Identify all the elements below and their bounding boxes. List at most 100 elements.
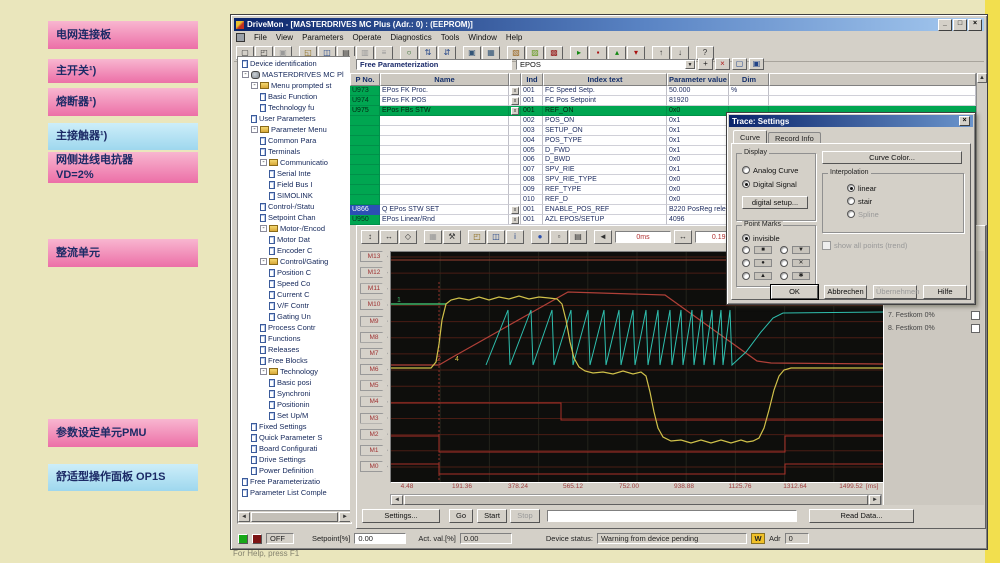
tree-item[interactable]: -Parameter Menu [239, 124, 350, 135]
close-icon[interactable]: × [959, 116, 970, 126]
tree-item[interactable]: Synchroni [239, 388, 350, 399]
index-expand-button[interactable]: x [511, 206, 519, 214]
channel-tag[interactable]: M8 [360, 332, 388, 343]
scroll-up-icon[interactable]: ▲ [977, 73, 987, 83]
menu-diagnostics[interactable]: Diagnostics [390, 33, 431, 42]
column-header[interactable]: Name [380, 73, 509, 86]
spline-radio[interactable]: Spline [847, 208, 879, 220]
delete-set-button[interactable]: × [715, 58, 730, 70]
settings-button[interactable]: Settings... [362, 509, 440, 523]
scroll-left-icon[interactable]: ◄ [391, 495, 403, 505]
scrollbar-thumb[interactable] [404, 495, 868, 505]
tree-item[interactable]: Encoder C [239, 245, 350, 256]
scale-auto-icon[interactable]: ◇ [399, 230, 417, 244]
expander-icon[interactable]: - [260, 159, 267, 166]
tools-icon[interactable]: ⚒ [443, 230, 461, 244]
tree-item[interactable]: Gating Un [239, 311, 350, 322]
tree-item[interactable]: Fixed Settings [239, 421, 350, 432]
column-header[interactable]: Dim [729, 73, 769, 86]
tree-item[interactable]: Terminals [239, 146, 350, 157]
tree-item[interactable]: Technology fu [239, 102, 350, 113]
setpoint-field[interactable]: 0.00 [354, 533, 406, 544]
tree-item[interactable]: Speed Co [239, 278, 350, 289]
print-trace-icon[interactable]: ▤ [569, 230, 587, 244]
tree-item[interactable]: Power Definition [239, 465, 350, 476]
tree-item[interactable]: Board Configurati [239, 443, 350, 454]
help-button[interactable]: Hilfe [923, 285, 967, 299]
maximize-button[interactable]: □ [953, 19, 967, 31]
channel-list-item[interactable]: 7. Festkom 0% [888, 310, 980, 321]
channel-tag[interactable]: M3 [360, 413, 388, 424]
column-header[interactable]: Index text [543, 73, 667, 86]
channel-tag[interactable]: M12 [360, 267, 388, 278]
curve-color-button[interactable]: Curve Color... [822, 151, 962, 164]
menu-tools[interactable]: Tools [441, 33, 460, 42]
tree-item[interactable]: Setpoint Chan [239, 212, 350, 223]
index-expand-button[interactable]: x [511, 216, 519, 224]
channel-tag[interactable]: M5 [360, 380, 388, 391]
menu-file[interactable]: File [254, 33, 267, 42]
minimize-button[interactable]: _ [938, 19, 952, 31]
title-bar[interactable]: DriveMon - [MASTERDRIVES MC Plus (Adr.: … [234, 18, 984, 31]
open-trace-icon[interactable]: ◰ [468, 230, 486, 244]
trace-info-field[interactable] [547, 510, 797, 522]
column-header[interactable] [769, 73, 976, 86]
point-mark-radio[interactable] [780, 272, 788, 280]
tree-item[interactable]: Free Blocks [239, 355, 350, 366]
tree-horizontal-scrollbar[interactable]: ◄ ► [238, 510, 351, 523]
scale-y-icon[interactable]: ↕ [361, 230, 379, 244]
channel-tag[interactable]: M1 [360, 445, 388, 456]
tree-item[interactable]: -MASTERDRIVES MC Pl [239, 69, 350, 80]
tree-item[interactable]: Quick Parameter S [239, 432, 350, 443]
invisible-radio[interactable]: invisible [742, 232, 780, 244]
expander-icon[interactable]: - [260, 225, 267, 232]
channel-tag[interactable]: M4 [360, 396, 388, 407]
column-header[interactable]: P No. [350, 73, 380, 86]
channel-tag[interactable]: M6 [360, 364, 388, 375]
apply-button[interactable]: Übernehmen [873, 285, 917, 299]
go-button[interactable]: Go [449, 509, 473, 523]
tree-item[interactable]: SIMOLINK [239, 190, 350, 201]
point-mark-radio[interactable] [742, 246, 750, 254]
tree-item[interactable]: Basic Function [239, 91, 350, 102]
parameter-set-combo[interactable]: EPOS ▼ [516, 59, 696, 70]
ok-button[interactable]: OK [771, 285, 818, 299]
channel-tag[interactable]: M13 [360, 251, 388, 262]
on-led-icon[interactable] [238, 534, 248, 544]
channel-checkbox-icon[interactable] [971, 311, 980, 320]
scrollbar-thumb[interactable] [251, 512, 338, 522]
tree-item[interactable]: Field Bus I [239, 179, 350, 190]
dv-cursor-icon[interactable]: ↔ [674, 230, 692, 244]
scroll-right-icon[interactable]: ► [869, 495, 881, 505]
expander-icon[interactable]: - [260, 258, 267, 265]
tree-item[interactable]: Basic posi [239, 377, 350, 388]
stair-radio[interactable]: stair [847, 195, 872, 207]
menu-operate[interactable]: Operate [352, 33, 381, 42]
tree-item[interactable]: Drive Settings [239, 454, 350, 465]
point-mark-radio[interactable] [742, 272, 750, 280]
info-icon[interactable]: i [506, 230, 524, 244]
show-all-points-checkbox[interactable]: show all points (trend) [822, 241, 907, 250]
tree-item[interactable]: Serial Inte [239, 168, 350, 179]
tree-item[interactable]: Free Parameterizatio [239, 476, 350, 487]
tree-item[interactable]: Common Para [239, 135, 350, 146]
trace-horizontal-scrollbar[interactable]: ◄ ► [390, 494, 882, 505]
close-button[interactable]: × [968, 19, 982, 31]
new-list-button[interactable]: ▢ [732, 58, 747, 70]
dt-value-box[interactable]: 0ms [615, 231, 671, 243]
dialog-title-bar[interactable]: Trace: Settings × [729, 115, 973, 127]
tree-item[interactable]: V/F Contr [239, 300, 350, 311]
table-row[interactable]: U973EPos FK Proc.x001FC Speed Setp.50.00… [350, 86, 976, 96]
expander-icon[interactable]: - [251, 82, 258, 89]
expander-icon[interactable]: - [260, 368, 267, 375]
expander-icon[interactable]: - [242, 71, 249, 78]
channel-tag[interactable]: M11 [360, 283, 388, 294]
tree-item[interactable]: Set Up/M [239, 410, 350, 421]
column-header[interactable] [509, 73, 521, 86]
channel-tag[interactable]: M2 [360, 429, 388, 440]
tree-item[interactable]: -Menu prompted st [239, 80, 350, 91]
save-trace-icon[interactable]: ◫ [487, 230, 505, 244]
index-expand-button[interactable]: x [511, 97, 519, 105]
index-expand-button[interactable]: x [511, 87, 519, 95]
channel-tag[interactable]: M9 [360, 316, 388, 327]
